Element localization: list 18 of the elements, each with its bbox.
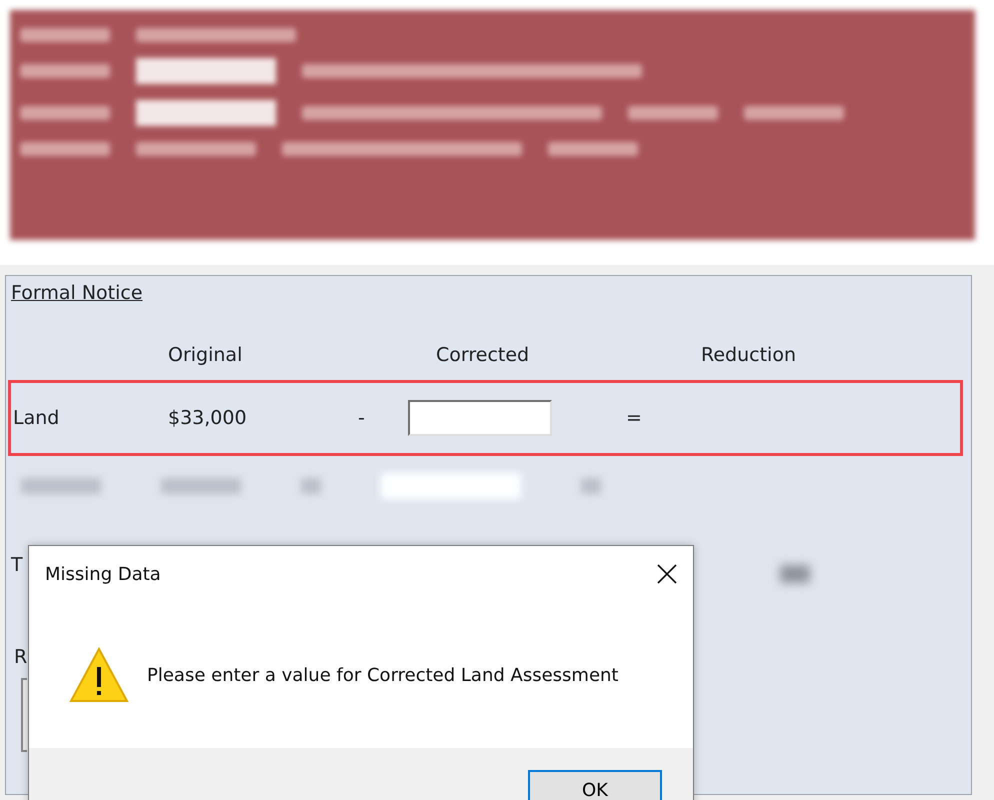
equals-sign: = (626, 407, 642, 429)
dialog-title: Missing Data (45, 564, 161, 584)
minus-sign: - (357, 407, 366, 429)
blurred-area (780, 565, 810, 583)
column-header: Corrected (435, 344, 530, 368)
row-label: Land (12, 407, 60, 429)
section-title: Formal Notice (11, 282, 143, 304)
original-value: $33,000 (168, 407, 248, 429)
column-header: Original (168, 344, 244, 368)
corrected-input-field[interactable] (408, 400, 552, 436)
text-area[interactable] (21, 678, 27, 752)
close-icon[interactable] (657, 564, 677, 584)
ok-button[interactable]: OK (528, 770, 662, 800)
column-header: Reduction (701, 344, 796, 368)
warning-icon (69, 647, 129, 703)
dialog-message: Please enter a value for Corrected Land Assessment (147, 664, 618, 686)
row-label: T (11, 554, 23, 576)
field-label: R (14, 646, 28, 668)
